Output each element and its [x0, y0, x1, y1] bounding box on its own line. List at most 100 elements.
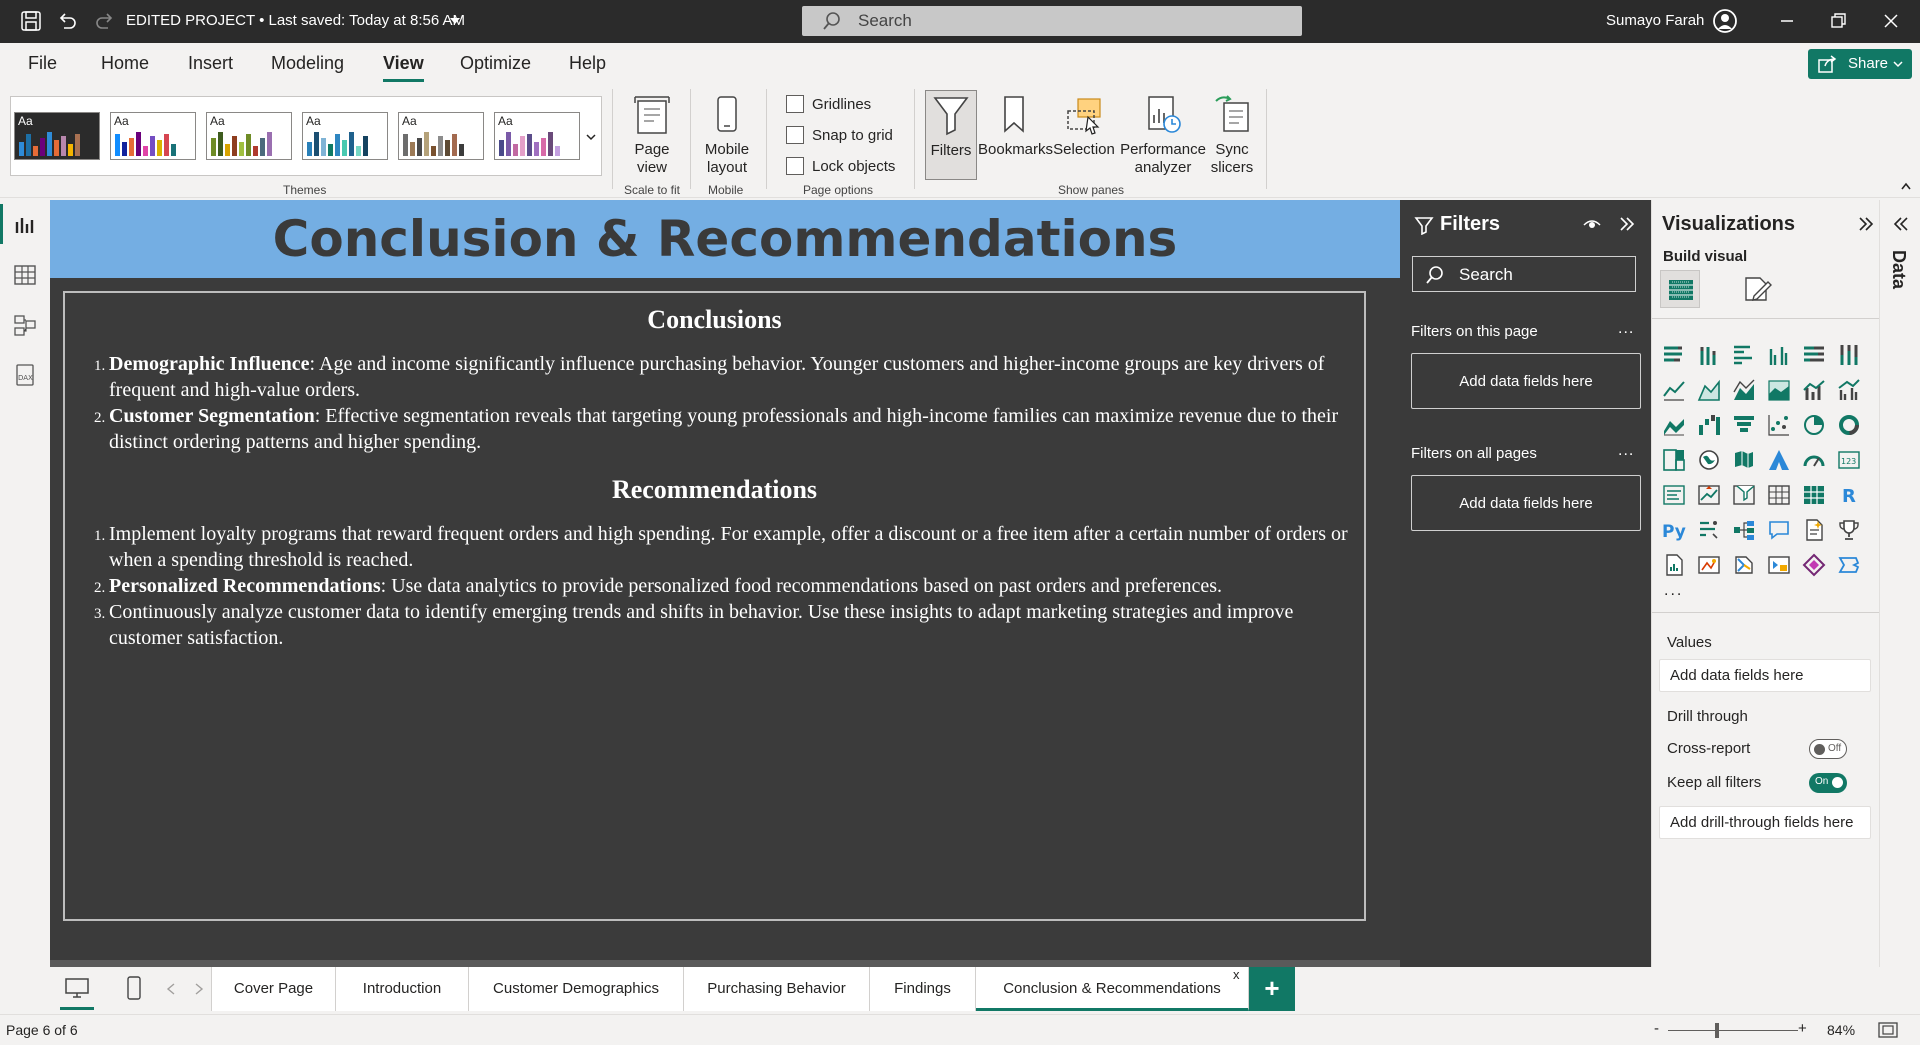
theme-swatch-5[interactable]: Aa	[398, 112, 484, 160]
values-drop-well[interactable]: Add data fields here	[1659, 659, 1871, 692]
document-title[interactable]: EDITED PROJECT • Last saved: Today at 8:…	[126, 12, 465, 29]
user-name[interactable]: Sumayo Farah	[1606, 12, 1704, 29]
menu-insert[interactable]: Insert	[188, 53, 233, 74]
power-automate-icon[interactable]	[1732, 553, 1756, 577]
search-input[interactable]: Search	[802, 6, 1302, 36]
shape-map-icon[interactable]	[1837, 553, 1861, 577]
treemap-icon[interactable]	[1662, 448, 1686, 472]
menu-view[interactable]: View	[383, 53, 424, 82]
cross-report-toggle[interactable]: Off	[1809, 739, 1847, 759]
save-icon[interactable]	[20, 10, 42, 32]
paginated-report-icon[interactable]	[1662, 553, 1686, 577]
format-visual-icon[interactable]	[1742, 274, 1772, 304]
chevron-down-icon[interactable]	[448, 14, 462, 28]
donut-chart-icon[interactable]	[1837, 413, 1861, 437]
filters-all-drop-well[interactable]: Add data fields here	[1411, 475, 1641, 531]
tab-cover-page[interactable]: Cover Page	[211, 967, 336, 1011]
kpi-icon[interactable]	[1697, 483, 1721, 507]
stacked-area-chart-icon[interactable]	[1732, 378, 1756, 402]
scatter-chart-icon[interactable]	[1767, 413, 1791, 437]
menu-modeling[interactable]: Modeling	[271, 53, 344, 74]
lock-objects-checkbox[interactable]: Lock objects	[786, 157, 895, 175]
report-view-icon[interactable]	[12, 212, 38, 238]
theme-swatch-3[interactable]: Aa	[206, 112, 292, 160]
snap-to-grid-checkbox[interactable]: Snap to grid	[786, 126, 893, 144]
dax-query-view-icon[interactable]: DAX	[12, 362, 38, 388]
tab-customer-demographics[interactable]: Customer Demographics	[469, 967, 684, 1011]
multi-row-card-icon[interactable]	[1662, 483, 1686, 507]
zoom-in-button[interactable]: +	[1798, 1020, 1807, 1037]
collapse-ribbon-icon[interactable]	[1900, 181, 1912, 191]
avatar-icon[interactable]	[1712, 8, 1738, 34]
decomposition-tree-icon[interactable]	[1732, 518, 1756, 542]
expand-pane-icon[interactable]	[1892, 215, 1910, 233]
add-page-button[interactable]: +	[1249, 967, 1295, 1011]
waterfall-chart-icon[interactable]	[1697, 413, 1721, 437]
minimize-icon[interactable]	[1776, 10, 1798, 32]
bookmarks-pane-button[interactable]: Bookmarks	[978, 93, 1053, 159]
zoom-out-button[interactable]: -	[1654, 1020, 1659, 1037]
filters-search-input[interactable]: Search	[1412, 256, 1636, 292]
theme-swatch-2[interactable]: Aa	[110, 112, 196, 160]
canvas-scrollbar[interactable]	[50, 960, 1400, 967]
qa-visual-icon[interactable]	[1767, 518, 1791, 542]
pie-chart-icon[interactable]	[1802, 413, 1826, 437]
menu-file[interactable]: File	[28, 53, 57, 74]
data-pane[interactable]: Data	[1879, 200, 1920, 967]
menu-optimize[interactable]: Optimize	[460, 53, 531, 74]
desktop-layout-icon[interactable]	[60, 977, 94, 1010]
tab-introduction[interactable]: Introduction	[336, 967, 469, 1011]
restore-icon[interactable]	[1827, 10, 1849, 32]
theme-swatch-6[interactable]: Aa	[494, 112, 580, 160]
more-options-icon[interactable]: ...	[1618, 320, 1634, 338]
tab-scroll-left-icon[interactable]	[166, 983, 176, 995]
model-view-icon[interactable]	[12, 312, 38, 338]
eye-icon[interactable]	[1582, 216, 1602, 232]
slicer-icon[interactable]	[1732, 483, 1756, 507]
map-icon[interactable]	[1697, 448, 1721, 472]
redo-icon[interactable]	[94, 10, 116, 32]
mobile-layout-icon[interactable]	[126, 976, 142, 1000]
filters-page-drop-well[interactable]: Add data fields here	[1411, 353, 1641, 409]
area-chart-icon[interactable]	[1697, 378, 1721, 402]
page-title[interactable]: Conclusion & Recommendations	[50, 210, 1400, 268]
fit-to-page-icon[interactable]	[1878, 1022, 1898, 1038]
clustered-column-chart-icon[interactable]	[1767, 343, 1791, 367]
tab-purchasing-behavior[interactable]: Purchasing Behavior	[684, 967, 870, 1011]
power-apps-visual-icon[interactable]	[1802, 553, 1826, 577]
card-icon[interactable]: 123	[1837, 448, 1861, 472]
funnel-chart-icon[interactable]	[1732, 413, 1756, 437]
power-apps-icon[interactable]	[1697, 553, 1721, 577]
menu-help[interactable]: Help	[569, 53, 606, 74]
more-visuals-icon[interactable]: ...	[1664, 582, 1683, 600]
zoom-slider-thumb[interactable]	[1715, 1023, 1719, 1038]
filters-pane-button[interactable]: Filters	[925, 90, 977, 180]
power-automate-visual-icon[interactable]	[1767, 553, 1791, 577]
azure-map-icon[interactable]	[1767, 448, 1791, 472]
python-visual-icon[interactable]: Py	[1662, 518, 1686, 542]
zoom-slider-track[interactable]	[1668, 1030, 1798, 1031]
page-view-button[interactable]: Page view	[624, 93, 680, 177]
100-stacked-area-chart-icon[interactable]	[1767, 378, 1791, 402]
line-and-stacked-column-chart-icon[interactable]	[1802, 378, 1826, 402]
stacked-bar-chart-icon[interactable]	[1662, 343, 1686, 367]
matrix-icon[interactable]	[1802, 483, 1826, 507]
more-options-icon[interactable]: ...	[1618, 442, 1634, 460]
gridlines-checkbox[interactable]: Gridlines	[786, 95, 871, 113]
close-tab-icon[interactable]: x	[1233, 953, 1240, 997]
line-and-clustered-column-chart-icon[interactable]	[1837, 378, 1861, 402]
table-icon[interactable]	[1767, 483, 1791, 507]
tab-conclusion-recommendations[interactable]: Conclusion & Recommendations x	[976, 967, 1249, 1011]
100-stacked-bar-chart-icon[interactable]	[1802, 343, 1826, 367]
build-visual-tab[interactable]	[1660, 270, 1700, 308]
r-visual-icon[interactable]: R	[1837, 483, 1861, 507]
ribbon-chart-icon[interactable]	[1662, 413, 1686, 437]
clustered-bar-chart-icon[interactable]	[1732, 343, 1756, 367]
share-button[interactable]: Share	[1808, 49, 1912, 79]
tab-scroll-right-icon[interactable]	[194, 983, 204, 995]
menu-home[interactable]: Home	[101, 53, 149, 74]
tab-findings[interactable]: Findings	[870, 967, 976, 1011]
zoom-level[interactable]: 84%	[1827, 1022, 1855, 1038]
drill-through-drop-well[interactable]: Add drill-through fields here	[1659, 806, 1871, 839]
undo-icon[interactable]	[56, 10, 78, 32]
